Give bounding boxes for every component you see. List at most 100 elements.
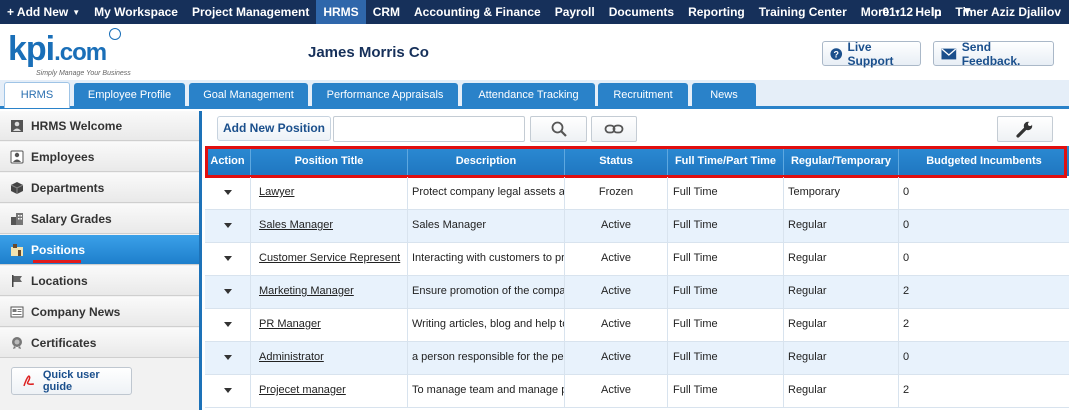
top-nav-item-payroll[interactable]: Payroll xyxy=(548,0,602,24)
position-title-cell: Lawyer xyxy=(251,177,408,210)
sidebar-item-employees[interactable]: Employees xyxy=(0,142,199,172)
description-cell: Sales Manager xyxy=(408,210,565,243)
column-header-status[interactable]: Status xyxy=(565,146,668,176)
regular-temporary-cell: Regular xyxy=(788,219,827,231)
sidebar-item-label: Salary Grades xyxy=(31,211,112,226)
active-item-underline xyxy=(33,260,81,263)
budgeted-incumbents-cell: 0 xyxy=(903,252,910,264)
status-cell: Active xyxy=(565,375,668,408)
logo-suffix: .com xyxy=(54,39,107,66)
top-nav-item-my-workspace[interactable]: My Workspace xyxy=(87,0,185,24)
position-title-link[interactable]: Lawyer xyxy=(259,186,294,198)
column-header-position-title[interactable]: Position Title xyxy=(251,146,408,176)
row-action-menu[interactable] xyxy=(205,177,251,210)
budgeted-incumbents-cell: 2 xyxy=(899,276,1069,309)
top-nav-item-reporting[interactable]: Reporting xyxy=(681,0,752,24)
sidebar-item-certificates[interactable]: Certificates xyxy=(0,328,199,358)
employees-icon xyxy=(10,150,24,163)
tab-hrms[interactable]: HRMS xyxy=(4,82,70,108)
table-row[interactable]: Marketing Manager Ensure promotion of the… xyxy=(205,276,1069,309)
search-button[interactable] xyxy=(530,116,587,142)
position-title-link[interactable]: Administrator xyxy=(259,351,324,363)
main-content: Add New Position Action Position Title D… xyxy=(205,111,1069,410)
column-header-action[interactable]: Action xyxy=(205,146,251,176)
row-action-menu[interactable] xyxy=(205,309,251,342)
settings-button[interactable] xyxy=(997,116,1053,142)
top-nav-item-documents[interactable]: Documents xyxy=(602,0,681,24)
clock-status-menu[interactable]: In ▼ xyxy=(919,4,985,19)
sidebar-item-label: Locations xyxy=(31,273,88,288)
user-name[interactable]: Aziz Djalilov xyxy=(985,5,1069,19)
chevron-down-icon: ▼ xyxy=(961,4,973,18)
tab-employee-profile[interactable]: Employee Profile xyxy=(74,83,185,107)
sidebar-item-hrms-welcome[interactable]: HRMS Welcome xyxy=(0,111,199,141)
position-title-link[interactable]: Sales Manager xyxy=(259,219,333,231)
sidebar-item-locations[interactable]: Locations xyxy=(0,266,199,296)
tab-performance-appraisals[interactable]: Performance Appraisals xyxy=(312,83,458,107)
status-cell: Active xyxy=(565,342,668,375)
logo-tagline: Simply Manage Your Business xyxy=(36,70,131,77)
top-nav-menu: + Add New ▼ My Workspace Project Management… xyxy=(0,0,995,24)
top-nav-item-accounting-finance[interactable]: Accounting & Finance xyxy=(407,0,548,24)
table-row[interactable]: Customer Service Represent Interacting wi… xyxy=(205,243,1069,276)
sidebar: HRMS Welcome Employees Departments Salar… xyxy=(0,111,202,410)
row-action-menu[interactable] xyxy=(205,375,251,408)
link-icon xyxy=(604,124,624,134)
add-new-position-button[interactable]: Add New Position xyxy=(217,116,331,141)
table-row[interactable]: Projecet manager To manage team and manag… xyxy=(205,375,1069,408)
budgeted-incumbents-cell: 2 xyxy=(899,375,1069,408)
top-nav-item-hrms[interactable]: HRMS xyxy=(316,0,366,24)
table-row[interactable]: PR Manager Writing articles, blog and hel… xyxy=(205,309,1069,342)
position-title-link[interactable]: Customer Service Represent xyxy=(259,252,400,264)
table-row[interactable]: Administrator a person responsible for th… xyxy=(205,342,1069,375)
column-header-full-time-part-time[interactable]: Full Time/Part Time xyxy=(668,146,784,176)
top-nav-item-training-center[interactable]: Training Center xyxy=(752,0,854,24)
top-nav-item-label: Accounting & Finance xyxy=(414,5,541,19)
tab-news[interactable]: News xyxy=(692,83,756,107)
position-title-link[interactable]: Projecet manager xyxy=(259,384,346,396)
tab-goal-management[interactable]: Goal Management xyxy=(189,83,308,107)
company-name: James Morris Co xyxy=(308,44,429,61)
row-action-menu[interactable] xyxy=(205,210,251,243)
send-feedback-button[interactable]: Send Feedback. xyxy=(933,39,1054,68)
top-nav-item-add-new[interactable]: + Add New ▼ xyxy=(0,0,87,24)
sidebar-item-positions[interactable]: Positions xyxy=(0,235,199,265)
status-cell: Active xyxy=(565,309,668,342)
full-time-part-time-cell: Full Time xyxy=(673,186,718,198)
reset-button[interactable] xyxy=(591,116,637,142)
column-header-budgeted-incumbents[interactable]: Budgeted Incumbents xyxy=(899,146,1069,176)
description-cell: Interacting with customers to pro xyxy=(408,243,565,276)
budgeted-incumbents-cell: 2 xyxy=(903,285,910,297)
regular-temporary-cell: Regular xyxy=(784,375,899,408)
sidebar-item-salary-grades[interactable]: Salary Grades xyxy=(0,204,199,234)
flag-icon xyxy=(12,274,22,287)
status-cell: Active xyxy=(565,210,668,243)
table-row[interactable]: Lawyer Protect company legal assets an Fro… xyxy=(205,177,1069,210)
regular-temporary-cell: Regular xyxy=(784,342,899,375)
table-row[interactable]: Sales Manager Sales Manager Active Full Tim… xyxy=(205,210,1069,243)
sidebar-item-departments[interactable]: Departments xyxy=(0,173,199,203)
row-action-menu[interactable] xyxy=(205,342,251,375)
chevron-down-icon: ▼ xyxy=(72,8,81,17)
column-header-regular-temporary[interactable]: Regular/Temporary xyxy=(784,146,899,176)
sidebar-item-label: Departments xyxy=(31,180,105,195)
module-tabs: HRMS Employee Profile Goal Management Pe… xyxy=(0,80,1069,109)
send-feedback-label: Send Feedback. xyxy=(961,39,1021,68)
quick-user-guide-button[interactable]: Quick user guide xyxy=(11,367,132,395)
sidebar-item-company-news[interactable]: Company News xyxy=(0,297,199,327)
row-action-menu[interactable] xyxy=(205,276,251,309)
cube-icon xyxy=(10,181,24,194)
caret-down-icon xyxy=(223,190,232,195)
tab-attendance-tracking[interactable]: Attendance Tracking xyxy=(462,83,595,107)
kpi-logo[interactable]: kpi.com Simply Manage Your Business xyxy=(8,28,133,80)
top-nav-item-project-management[interactable]: Project Management xyxy=(185,0,316,24)
top-nav-item-crm[interactable]: CRM xyxy=(366,0,407,24)
column-header-description[interactable]: Description xyxy=(408,146,565,176)
row-action-menu[interactable] xyxy=(205,243,251,276)
tab-recruitment[interactable]: Recruitment xyxy=(598,83,688,107)
position-title-cell: Administrator xyxy=(251,342,408,375)
live-support-button[interactable]: ? Live Support xyxy=(822,40,921,68)
position-title-link[interactable]: PR Manager xyxy=(259,318,321,330)
search-input[interactable] xyxy=(333,116,525,142)
position-title-link[interactable]: Marketing Manager xyxy=(259,285,354,297)
